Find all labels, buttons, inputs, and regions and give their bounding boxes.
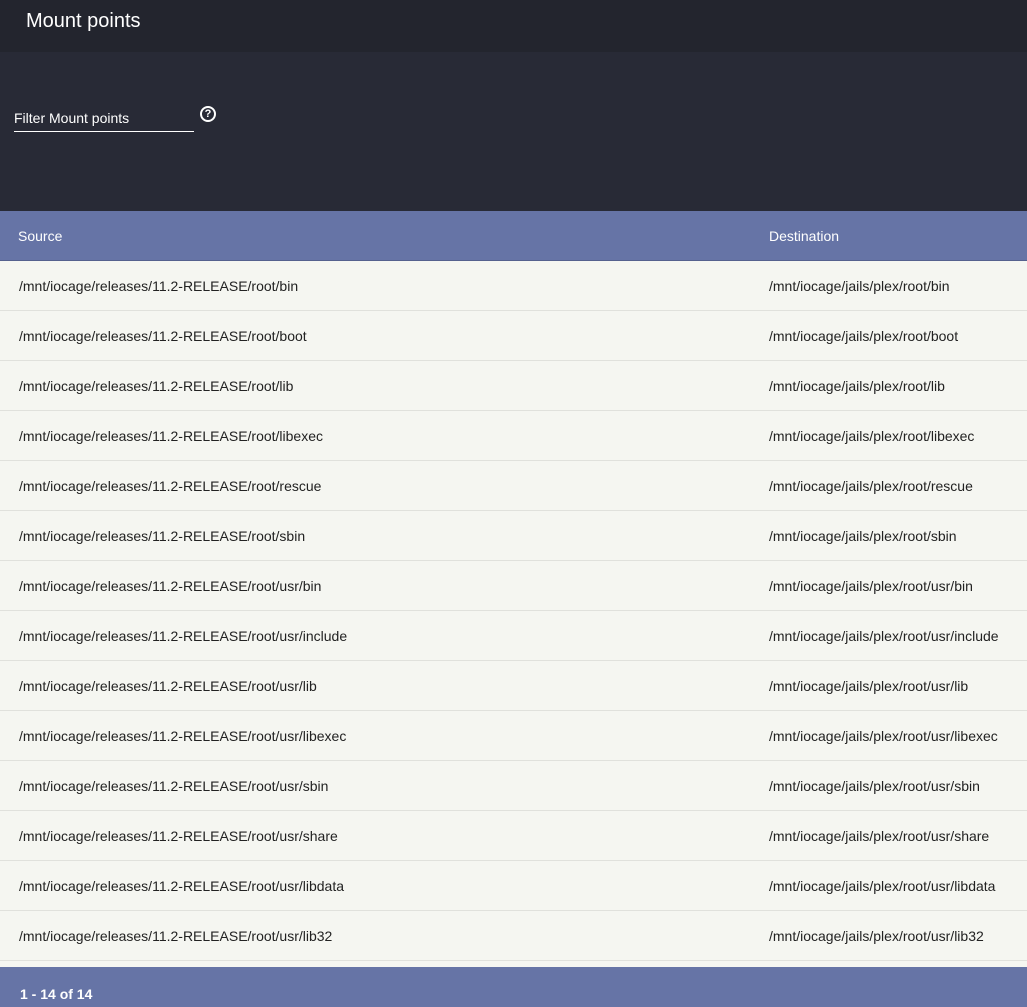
destination-cell: /mnt/iocage/jails/plex/root/usr/lib bbox=[769, 677, 969, 694]
destination-cell: /mnt/iocage/jails/plex/root/usr/libdata bbox=[769, 877, 996, 894]
destination-cell: /mnt/iocage/jails/plex/root/lib bbox=[769, 377, 945, 394]
table-row[interactable]: /mnt/iocage/releases/11.2-RELEASE/root/u… bbox=[0, 761, 1027, 811]
table-row[interactable]: /mnt/iocage/releases/11.2-RELEASE/root/u… bbox=[0, 711, 1027, 761]
table-row[interactable]: /mnt/iocage/releases/11.2-RELEASE/root/r… bbox=[0, 461, 1027, 511]
table-row[interactable]: /mnt/iocage/releases/11.2-RELEASE/root/u… bbox=[0, 661, 1027, 711]
table-row[interactable]: /mnt/iocage/releases/11.2-RELEASE/root/u… bbox=[0, 611, 1027, 661]
destination-cell: /mnt/iocage/jails/plex/root/libexec bbox=[769, 427, 975, 444]
source-cell: /mnt/iocage/releases/11.2-RELEASE/root/u… bbox=[19, 577, 322, 594]
source-cell: /mnt/iocage/releases/11.2-RELEASE/root/l… bbox=[19, 427, 324, 444]
source-cell: /mnt/iocage/releases/11.2-RELEASE/root/r… bbox=[19, 477, 322, 494]
table-row[interactable]: /mnt/iocage/releases/11.2-RELEASE/root/b… bbox=[0, 311, 1027, 361]
source-cell: /mnt/iocage/releases/11.2-RELEASE/root/b… bbox=[19, 327, 307, 344]
pagination-range: 1 - 14 of 14 bbox=[0, 967, 1027, 1007]
destination-cell: /mnt/iocage/jails/plex/root/usr/bin bbox=[769, 577, 973, 594]
source-cell: /mnt/iocage/releases/11.2-RELEASE/root/u… bbox=[19, 827, 338, 844]
help-icon[interactable]: ? bbox=[200, 106, 216, 122]
source-cell: /mnt/iocage/releases/11.2-RELEASE/root/u… bbox=[19, 927, 333, 944]
destination-cell: /mnt/iocage/jails/plex/root/bin bbox=[769, 277, 950, 294]
source-cell: /mnt/iocage/releases/11.2-RELEASE/root/u… bbox=[19, 877, 345, 894]
page-title: Mount points bbox=[0, 0, 1027, 52]
column-header-source[interactable]: Source bbox=[0, 228, 751, 244]
filter-input[interactable]: Filter Mount points bbox=[14, 110, 194, 132]
table-body: /mnt/iocage/releases/11.2-RELEASE/root/b… bbox=[0, 261, 1027, 961]
table-row[interactable]: /mnt/iocage/releases/11.2-RELEASE/root/u… bbox=[0, 561, 1027, 611]
source-cell: /mnt/iocage/releases/11.2-RELEASE/root/u… bbox=[19, 677, 317, 694]
table-row[interactable]: /mnt/iocage/releases/11.2-RELEASE/root/u… bbox=[0, 811, 1027, 861]
source-cell: /mnt/iocage/releases/11.2-RELEASE/root/u… bbox=[19, 777, 329, 794]
destination-cell: /mnt/iocage/jails/plex/root/usr/include bbox=[769, 627, 999, 644]
source-cell: /mnt/iocage/releases/11.2-RELEASE/root/u… bbox=[19, 727, 347, 744]
table-row[interactable]: /mnt/iocage/releases/11.2-RELEASE/root/l… bbox=[0, 411, 1027, 461]
destination-cell: /mnt/iocage/jails/plex/root/usr/share bbox=[769, 827, 990, 844]
destination-cell: /mnt/iocage/jails/plex/root/sbin bbox=[769, 527, 957, 544]
source-cell: /mnt/iocage/releases/11.2-RELEASE/root/b… bbox=[19, 277, 299, 294]
filter-panel: Filter Mount points ? bbox=[0, 52, 1027, 211]
source-cell: /mnt/iocage/releases/11.2-RELEASE/root/l… bbox=[19, 377, 294, 394]
table-row[interactable]: /mnt/iocage/releases/11.2-RELEASE/root/s… bbox=[0, 511, 1027, 561]
destination-cell: /mnt/iocage/jails/plex/root/boot bbox=[769, 327, 959, 344]
table-row[interactable]: /mnt/iocage/releases/11.2-RELEASE/root/u… bbox=[0, 861, 1027, 911]
destination-cell: /mnt/iocage/jails/plex/root/usr/sbin bbox=[769, 777, 980, 794]
table-row[interactable]: /mnt/iocage/releases/11.2-RELEASE/root/l… bbox=[0, 361, 1027, 411]
source-cell: /mnt/iocage/releases/11.2-RELEASE/root/u… bbox=[19, 627, 348, 644]
table-header: Source Destination bbox=[0, 211, 1027, 261]
table-row[interactable]: /mnt/iocage/releases/11.2-RELEASE/root/b… bbox=[0, 261, 1027, 311]
table-row[interactable]: /mnt/iocage/releases/11.2-RELEASE/root/u… bbox=[0, 911, 1027, 961]
destination-cell: /mnt/iocage/jails/plex/root/usr/libexec bbox=[769, 727, 998, 744]
source-cell: /mnt/iocage/releases/11.2-RELEASE/root/s… bbox=[19, 527, 306, 544]
destination-cell: /mnt/iocage/jails/plex/root/usr/lib32 bbox=[769, 927, 984, 944]
destination-cell: /mnt/iocage/jails/plex/root/rescue bbox=[769, 477, 973, 494]
column-header-destination[interactable]: Destination bbox=[751, 228, 1027, 244]
